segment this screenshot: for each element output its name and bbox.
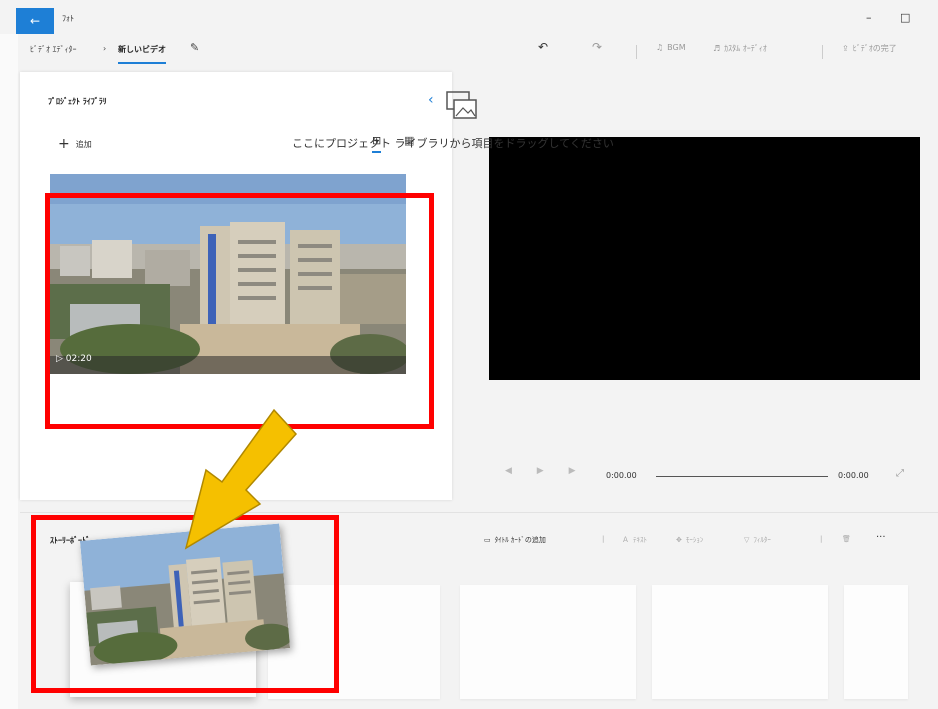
motion-button[interactable]: ✥ ﾓｰｼｮﾝ [676, 535, 703, 545]
filter-label: ﾌｨﾙﾀｰ [753, 536, 771, 544]
expand-icon: ⤢ [896, 468, 904, 479]
breadcrumb-new-video: 新しいビデオ [118, 44, 166, 64]
redo-icon: ↷ [592, 40, 603, 54]
filter-icon: ▽ [744, 536, 750, 544]
video-preview [489, 137, 920, 380]
text-icon: Ａ [622, 536, 629, 544]
bgm-button[interactable]: ♫ BGM [656, 43, 686, 52]
trash-icon: 🗑 [842, 535, 851, 543]
storyboard-slot [460, 585, 636, 699]
add-media-button[interactable]: + 追加 [58, 136, 92, 152]
total-time: 0:00.00 [838, 471, 869, 480]
title-bar: ← ﾌｫﾄ – □ [0, 0, 938, 34]
music-note-icon: ♫ [656, 43, 664, 52]
next-frame-icon[interactable]: ▶ [569, 466, 576, 476]
highlight-library-clip [45, 193, 434, 429]
undo-icon: ↶ [538, 40, 549, 54]
text-label: ﾃｷｽﾄ [633, 536, 647, 544]
left-edge [0, 34, 18, 709]
more-button[interactable]: ··· [876, 532, 886, 543]
storyboard-slot [844, 585, 908, 699]
breadcrumb-separator: › [103, 44, 107, 53]
add-title-card-button[interactable]: ▭ ﾀｲﾄﾙ ｶｰﾄﾞの追加 [484, 535, 546, 545]
breadcrumb-video-editor[interactable]: ﾋﾞﾃﾞｵ ｴﾃﾞｨﾀｰ [30, 44, 77, 55]
audio-icon: ♬ [713, 44, 721, 53]
bgm-label: BGM [667, 43, 686, 52]
title-card-icon: ▭ [484, 536, 491, 544]
photos-video-editor: ← ﾌｫﾄ – □ ﾋﾞﾃﾞｵ ｴﾃﾞｨﾀｰ › 新しいビデオ ✎ ↶ ↷ ♫ B… [0, 0, 938, 709]
pencil-icon: ✎ [190, 41, 200, 54]
back-button[interactable]: ← [16, 8, 54, 34]
undo-button[interactable]: ↶ [538, 40, 548, 54]
project-library-title: ﾌﾟﾛｼﾞｪｸﾄ ﾗｲﾌﾞﾗﾘ [48, 97, 107, 106]
add-label: 追加 [75, 139, 92, 149]
filter-button[interactable]: ▽ ﾌｨﾙﾀｰ [744, 535, 771, 545]
seek-bar[interactable] [656, 476, 828, 477]
back-arrow-icon: ← [29, 14, 41, 28]
maximize-button[interactable]: □ [900, 11, 910, 24]
export-icon: ⇪ [842, 44, 849, 53]
finish-video-button[interactable]: ⇪ ﾋﾞﾃﾞｵの完了 [842, 43, 897, 54]
drag-direction-arrow-icon [184, 408, 298, 550]
fullscreen-button[interactable]: ⤢ [896, 468, 904, 479]
toolbar-divider: | [820, 535, 823, 543]
motion-label: ﾓｰｼｮﾝ [685, 536, 704, 544]
plus-icon: + [58, 136, 70, 152]
playback-controls: ◀ ▶ ▶ [505, 466, 576, 476]
nav-row: ﾋﾞﾃﾞｵ ｴﾃﾞｨﾀｰ › 新しいビデオ ✎ ↶ ↷ ♫ BGM ♬ ｶｽﾀﾑ ｵ… [0, 34, 938, 68]
redo-button[interactable]: ↷ [592, 40, 602, 54]
delete-button[interactable]: 🗑 [842, 535, 851, 543]
drop-media-icon [445, 90, 479, 126]
motion-icon: ✥ [676, 536, 682, 544]
toolbar-divider [636, 45, 637, 59]
app-title: ﾌｫﾄ [62, 14, 74, 23]
chevron-left-icon: ‹ [428, 92, 434, 108]
add-title-card-label: ﾀｲﾄﾙ ｶｰﾄﾞの追加 [494, 536, 546, 544]
play-icon[interactable]: ▶ [537, 466, 544, 476]
custom-audio-button[interactable]: ♬ ｶｽﾀﾑ ｵｰﾃﾞｨｵ [713, 43, 767, 54]
storyboard-drop-hint: ここにプロジェクト ライブラリから項目をドラッグしてください [292, 137, 614, 150]
collapse-library-button[interactable]: ‹ [428, 92, 434, 108]
previous-frame-icon[interactable]: ◀ [505, 466, 512, 476]
finish-video-label: ﾋﾞﾃﾞｵの完了 [852, 44, 897, 53]
current-time: 0:00.00 [606, 471, 637, 480]
storyboard-slot [652, 585, 828, 699]
toolbar-divider [822, 45, 823, 59]
custom-audio-label: ｶｽﾀﾑ ｵｰﾃﾞｨｵ [724, 44, 767, 53]
text-button[interactable]: Ａ ﾃｷｽﾄ [622, 535, 647, 545]
edit-title-button[interactable]: ✎ [190, 41, 199, 54]
minimize-button[interactable]: – [866, 11, 872, 24]
toolbar-divider: | [602, 535, 605, 543]
